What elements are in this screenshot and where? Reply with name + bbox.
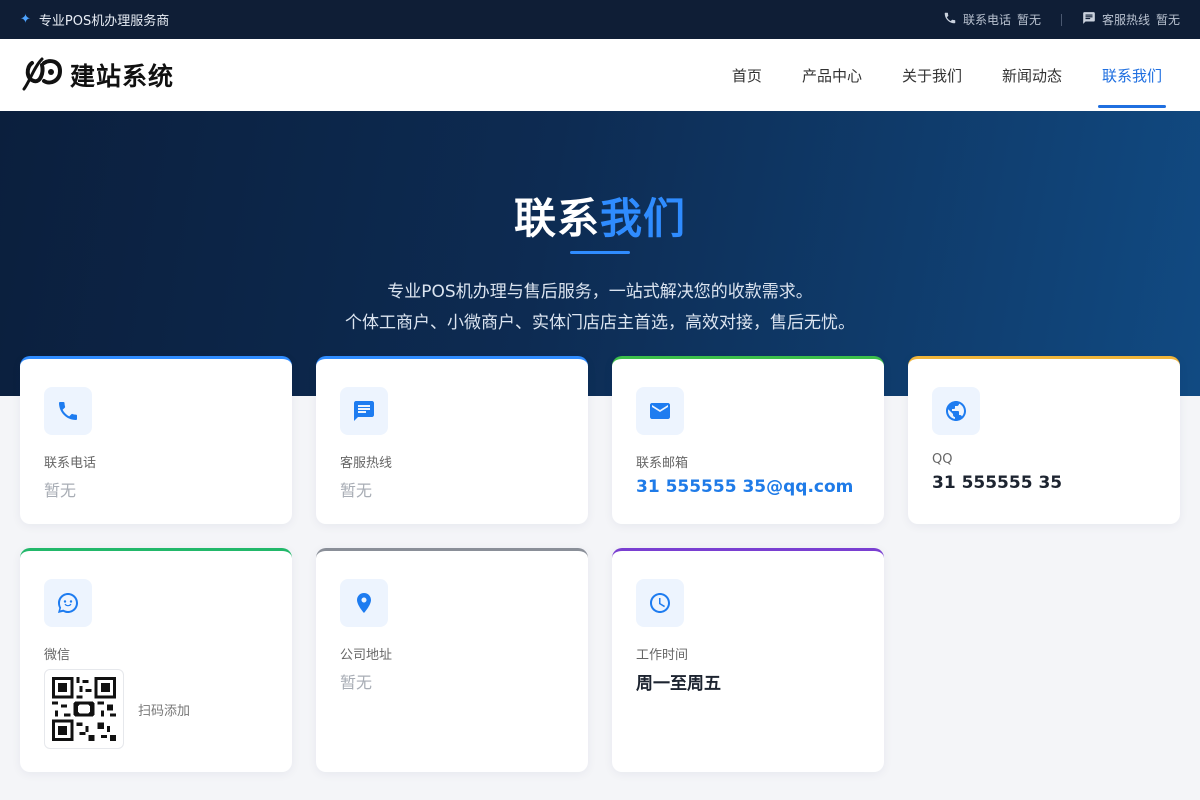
hero-desc-line-1: 专业POS机办理与售后服务，一站式解决您的收款需求。: [387, 282, 813, 302]
card-label: 联系电话: [44, 456, 97, 471]
hero-banner: 联系我们 专业POS机办理与售后服务，一站式解决您的收款需求。 个体工商户、小微…: [0, 111, 1200, 396]
card-value: 31 555555 35: [932, 473, 1063, 493]
main-navbar: 建站系统 首页 产品中心 关于我们 新闻动态 联系我们: [0, 39, 1200, 111]
card-value: 周一至周五: [636, 674, 721, 694]
contact-card-address: 公司地址 暂无: [316, 548, 588, 772]
phone-icon: [44, 387, 92, 435]
wechat-qr-row: 扫码添加: [44, 669, 268, 749]
sparkle-icon: ✦: [20, 12, 31, 27]
topbar-divider: [1060, 13, 1062, 26]
title-part-2: 我们: [600, 194, 687, 243]
card-label: 微信: [44, 648, 71, 663]
nav-menu: 首页 产品中心 关于我们 新闻动态 联系我们: [732, 39, 1167, 111]
contact-card-wechat: 微信 扫码添加: [20, 548, 292, 772]
globe-icon: [932, 387, 980, 435]
brand-name: 建站系统: [70, 62, 175, 91]
wechat-qr-code[interactable]: [44, 669, 124, 749]
top-bar: ✦ 专业POS机办理服务商 联系电话 暂无 客服热线 暂无: [0, 0, 1200, 39]
topbar-hotline-label: 客服热线: [1101, 13, 1150, 27]
topbar-tagline-group: ✦ 专业POS机办理服务商: [20, 10, 169, 29]
nav-item-about[interactable]: 关于我们: [902, 39, 962, 111]
hero-description: 专业POS机办理与售后服务，一站式解决您的收款需求。 个体工商户、小微商户、实体…: [0, 277, 1200, 339]
topbar-contacts: 联系电话 暂无 客服热线 暂无: [943, 11, 1180, 28]
hero-desc-line-2: 个体工商户、小微商户、实体门店店主首选，高效对接，售后无忧。: [345, 313, 855, 333]
contact-card-phone: 联系电话 暂无: [20, 356, 292, 524]
clock-icon: [636, 579, 684, 627]
logo-mark-icon: [20, 53, 66, 97]
nav-item-news[interactable]: 新闻动态: [1002, 39, 1062, 111]
location-icon: [340, 579, 388, 627]
email-link[interactable]: 31 555555 35@qq.com: [636, 477, 860, 497]
contact-card-hotline: 客服热线 暂无: [316, 356, 588, 524]
topbar-phone-value: 暂无: [1016, 13, 1041, 27]
nav-item-home[interactable]: 首页: [732, 39, 762, 111]
chat-icon: [1082, 11, 1096, 28]
contact-card-email: 联系邮箱 31 555555 35@qq.com: [612, 356, 884, 524]
card-label: 联系邮箱: [636, 456, 689, 471]
topbar-hotline: 客服热线 暂无: [1082, 11, 1180, 28]
topbar-hotline-value: 暂无: [1155, 13, 1180, 27]
contact-card-qq: QQ 31 555555 35: [908, 356, 1180, 524]
topbar-tagline: 专业POS机办理服务商: [38, 14, 170, 29]
title-underline: [570, 251, 630, 254]
card-label: QQ: [932, 452, 953, 467]
contact-card-hours: 工作时间 周一至周五: [612, 548, 884, 772]
phone-icon: [943, 11, 957, 28]
site-logo[interactable]: 建站系统: [20, 53, 174, 97]
topbar-phone-label: 联系电话: [962, 13, 1011, 27]
title-part-1: 联系: [513, 194, 600, 243]
mail-icon: [636, 387, 684, 435]
qr-caption: 扫码添加: [138, 703, 191, 719]
page-title: 联系我们: [0, 185, 1200, 246]
card-value: 暂无: [340, 481, 373, 500]
topbar-phone: 联系电话 暂无: [943, 11, 1041, 28]
card-label: 客服热线: [340, 456, 393, 471]
card-label: 工作时间: [636, 648, 689, 663]
nav-item-products[interactable]: 产品中心: [802, 39, 862, 111]
card-value: 暂无: [340, 673, 373, 692]
chat-icon: [340, 387, 388, 435]
card-label: 公司地址: [340, 648, 393, 663]
wechat-icon: [44, 579, 92, 627]
card-value: 暂无: [44, 481, 77, 500]
nav-item-contact[interactable]: 联系我们: [1097, 39, 1167, 111]
